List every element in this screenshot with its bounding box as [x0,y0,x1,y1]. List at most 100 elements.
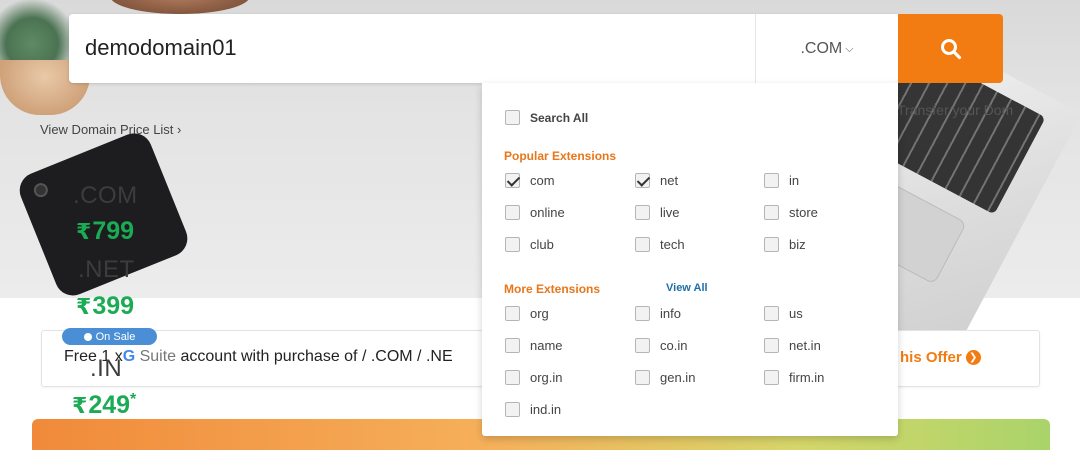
on-sale-badge: On Sale [62,328,157,345]
view-all-link[interactable]: View All [666,282,708,294]
offer-link-label: his Offer [900,349,962,366]
price-ext-in: .IN [90,355,123,382]
popular-extensions-title: Popular Extensions [504,149,617,163]
extension-checkbox-firm-in[interactable]: firm.in [764,370,824,385]
gsuite-logo-g: G [122,348,136,365]
gsuite-logo-word: Suite [139,348,177,365]
extension-checkbox-co-in[interactable]: co.in [635,338,687,353]
checkbox-box [635,370,650,385]
checkbox-box [764,237,779,252]
checkbox-box [764,306,779,321]
extension-checkbox-net-in[interactable]: net.in [764,338,821,353]
chevron-right-circle-icon: ❯ [965,350,981,365]
offer-text-after: account with purchase of / .COM / .NE [176,348,453,365]
rupee-symbol: ₹ [76,294,92,319]
checkbox-box [764,370,779,385]
price-asterisk: * [130,391,137,408]
domain-search-input[interactable] [85,30,735,66]
extension-checkbox-in[interactable]: in [764,173,799,188]
search-all-checkbox[interactable]: Search All [505,110,588,125]
price-ext-net: .NET [78,256,135,283]
search-button[interactable] [898,14,1003,83]
checkbox-box [505,237,520,252]
checkbox-label: us [789,306,803,321]
extension-checkbox-online[interactable]: online [505,205,565,220]
price-ext-com: .COM [73,182,138,209]
extension-checkbox-name[interactable]: name [505,338,563,353]
checkbox-box [635,205,650,220]
badge-dot-icon [83,332,92,341]
price-net: ₹399 [76,292,134,321]
checkbox-label: co.in [660,338,688,353]
checkbox-box [505,370,520,385]
price-in: ₹249* [72,391,136,420]
checkbox-label: gen.in [660,370,696,385]
view-offer-link[interactable]: his Offer ❯ [900,349,981,366]
extension-checkbox-gen-in[interactable]: gen.in [635,370,695,385]
checkbox-label: Search All [530,110,589,125]
extension-checkbox-net[interactable]: net [635,173,678,188]
checkbox-box [635,306,650,321]
checkbox-label: name [530,338,563,353]
extension-checkbox-biz[interactable]: biz [764,237,806,252]
checkbox-label: org [530,306,549,321]
checkbox-label: ind.in [530,402,562,417]
checkbox-box [505,205,520,220]
offer-text: Free 1 xG Suite account with purchase of… [64,348,453,366]
checkbox-label: firm.in [789,370,825,385]
checkbox-checked [635,173,650,188]
checkbox-box [505,110,520,125]
extension-checkbox-store[interactable]: store [764,205,818,220]
checkbox-box [635,338,650,353]
checkbox-box [764,338,779,353]
checkbox-label: tech [660,237,685,252]
checkbox-label: net [660,173,679,188]
extension-checkbox-tech[interactable]: tech [635,237,685,252]
extension-checkbox-us[interactable]: us [764,306,803,321]
extension-checkbox-club[interactable]: club [505,237,554,252]
checkbox-label: online [530,205,565,220]
extension-checkbox-info[interactable]: info [635,306,681,321]
checkbox-label: live [660,205,680,220]
phone-camera [31,181,50,200]
checkbox-label: in [789,173,800,188]
badge-label: On Sale [95,330,136,343]
checkbox-label: org.in [530,370,563,385]
checkbox-label: club [530,237,554,252]
extension-checkbox-org-in[interactable]: org.in [505,370,563,385]
checkbox-box [764,205,779,220]
price-com: ₹799 [76,217,134,246]
checkbox-box [635,237,650,252]
price-amount: 799 [92,217,135,245]
search-icon [940,38,961,59]
price-list-label: View Domain Price List [40,122,174,137]
price-amount: 399 [92,292,135,320]
extension-checkbox-org[interactable]: org [505,306,549,321]
domain-search-bar: .COM ⌵ [69,14,898,83]
checkbox-box [505,338,520,353]
more-extensions-title: More Extensions [504,282,601,296]
tld-dropdown-panel: Search All Popular Extensions com net in on… [482,83,898,436]
extension-checkbox-live[interactable]: live [635,205,680,220]
decor-plate [110,0,250,14]
tld-dropdown[interactable]: .COM ⌵ [755,14,898,83]
checkbox-label: info [660,306,681,321]
transfer-domain-link[interactable]: Transfer your Dom [897,102,1017,118]
tld-selected-value: .COM [800,39,843,57]
view-price-list-link[interactable]: View Domain Price List › [40,122,181,137]
checkbox-box [505,306,520,321]
chevron-right-icon: › [177,122,182,137]
checkbox-label: store [789,205,818,220]
checkbox-label: biz [789,237,806,252]
rupee-symbol: ₹ [72,393,88,418]
rupee-symbol: ₹ [76,219,92,244]
extension-checkbox-com[interactable]: com [505,173,555,188]
checkbox-box [764,173,779,188]
extension-checkbox-ind-in[interactable]: ind.in [505,402,561,417]
chevron-down-icon: ⌵ [845,43,854,55]
checkbox-checked [505,173,520,188]
price-amount: 249 [88,391,131,419]
checkbox-box [505,402,520,417]
checkbox-label: net.in [789,338,821,353]
checkbox-label: com [530,173,555,188]
